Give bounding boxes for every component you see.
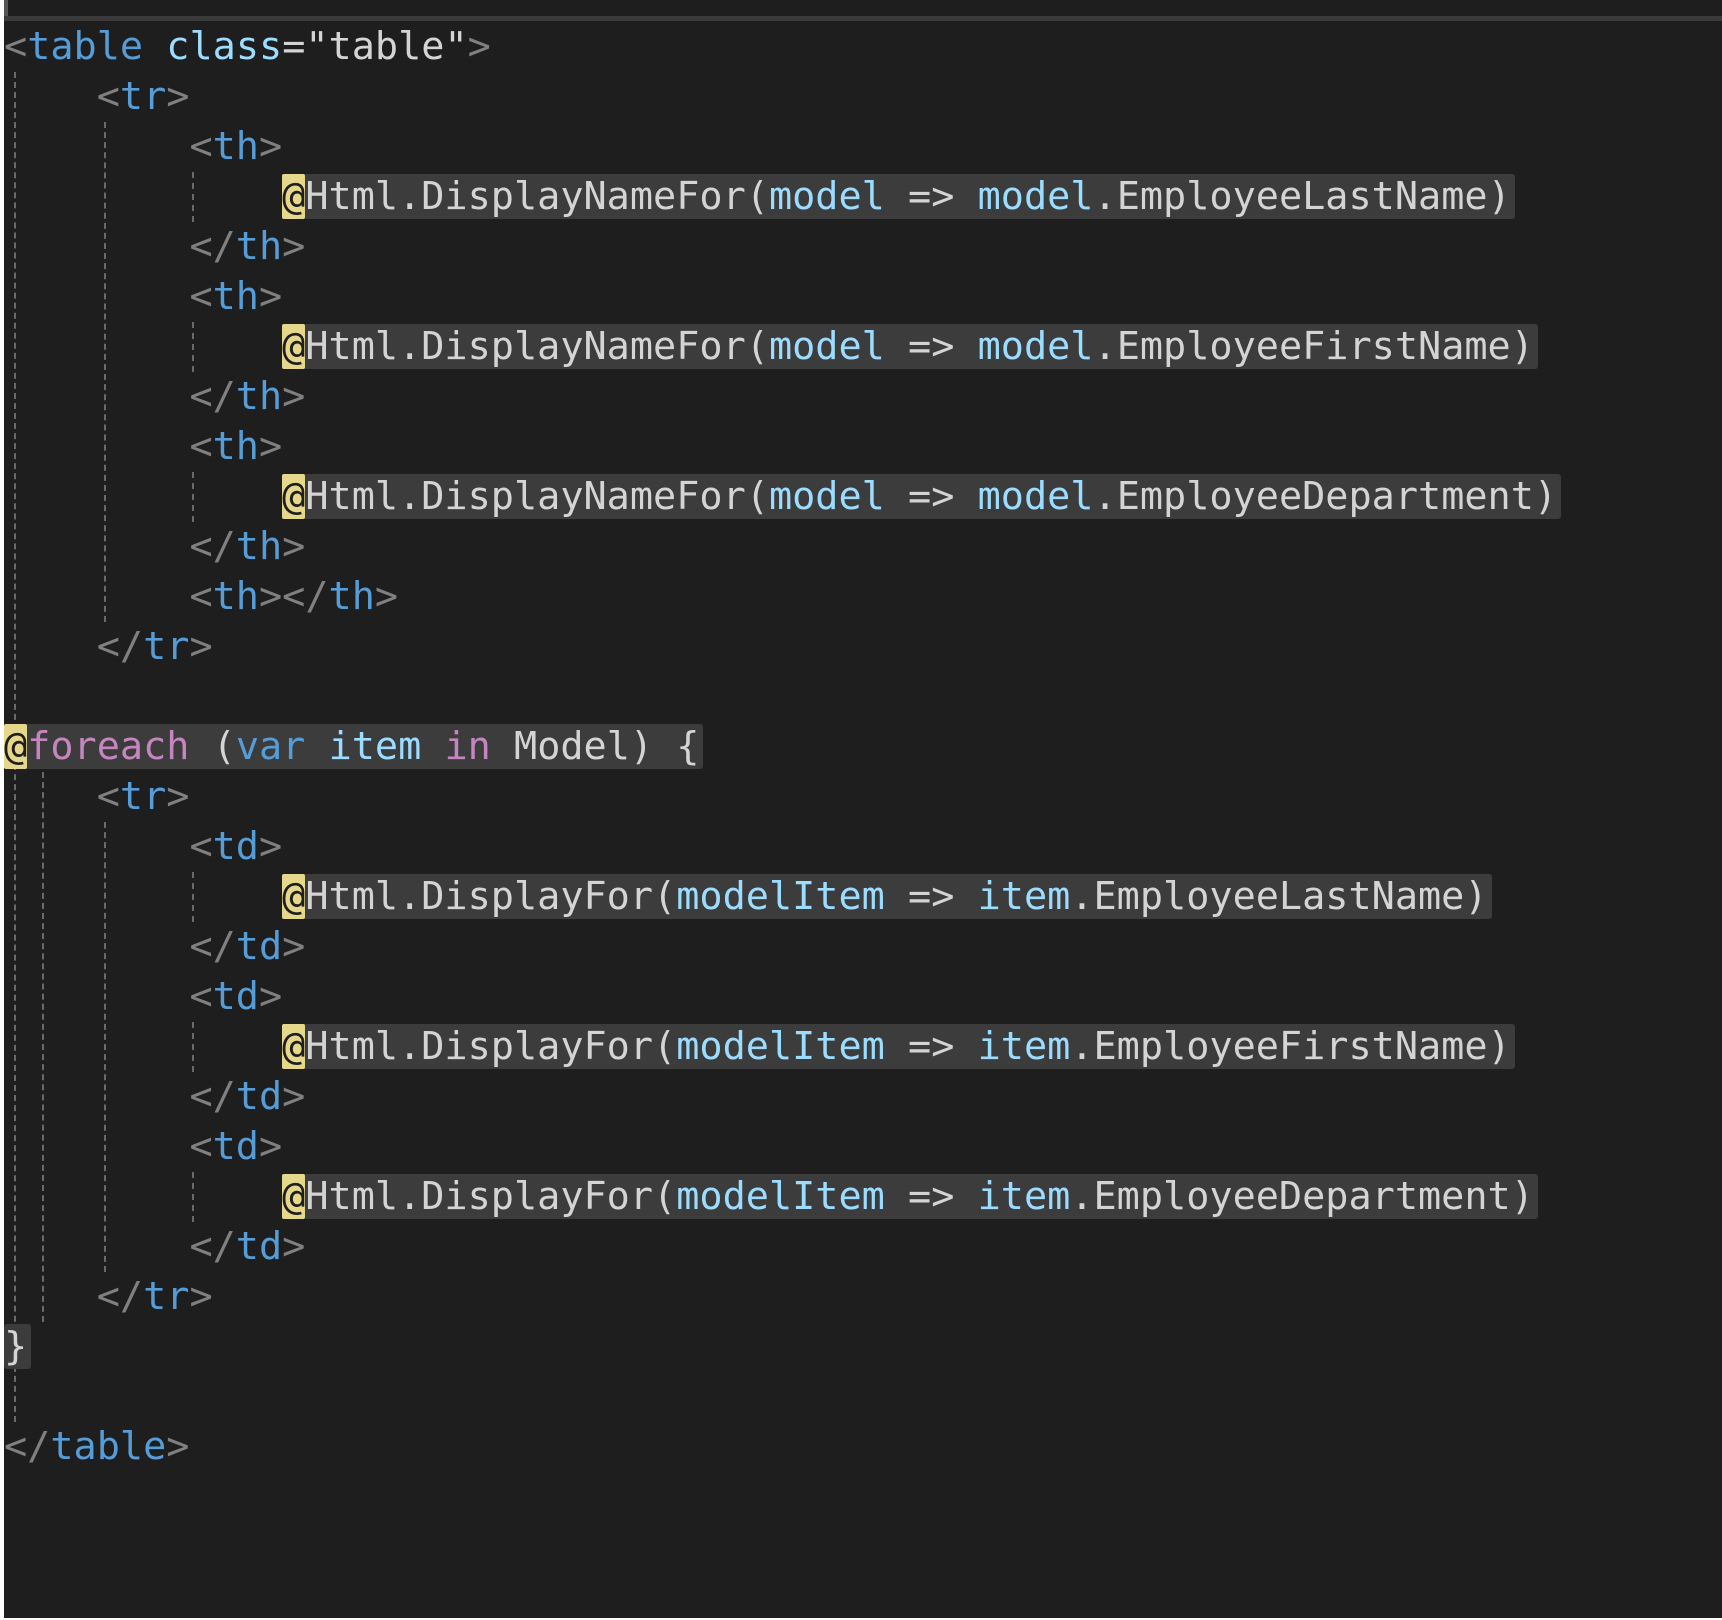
razor-expression: @Html.DisplayNameFor(model => model.Empl… <box>282 174 1515 219</box>
code-line[interactable]: <td> <box>4 822 282 872</box>
razor-expression: @Html.DisplayFor(modelItem => item.Emplo… <box>282 1174 1538 1219</box>
code-line[interactable]: @Html.DisplayFor(modelItem => item.Emplo… <box>4 1022 1515 1072</box>
code-line[interactable]: </td> <box>4 1222 305 1272</box>
code-line[interactable]: <td> <box>4 1122 282 1172</box>
code-line[interactable]: </th> <box>4 372 305 422</box>
razor-transition-marker: @ <box>282 1174 306 1219</box>
code-line[interactable]: @Html.DisplayNameFor(model => model.Empl… <box>4 172 1515 222</box>
code-line[interactable]: </tr> <box>4 622 213 672</box>
code-line[interactable]: </td> <box>4 922 305 972</box>
code-line[interactable]: <th> <box>4 122 282 172</box>
code-line[interactable]: </table> <box>4 1422 189 1472</box>
razor-expression: @foreach (var item in Model) { <box>4 724 704 769</box>
code-line[interactable]: </th> <box>4 222 305 272</box>
screenshot-page: <table class="table"> <tr> <th> @Html.Di… <box>0 0 1722 1620</box>
code-line[interactable]: <tr> <box>4 772 190 822</box>
razor-transition-marker: @ <box>4 724 28 769</box>
razor-transition-marker: @ <box>282 474 306 519</box>
code-line[interactable]: <th> <box>4 272 282 322</box>
razor-expression: @Html.DisplayNameFor(model => model.Empl… <box>282 474 1562 519</box>
code-editor[interactable]: <table class="table"> <tr> <th> @Html.Di… <box>4 0 1722 1618</box>
razor-block-close: } <box>4 1324 32 1369</box>
code-line[interactable]: @Html.DisplayNameFor(model => model.Empl… <box>4 472 1562 522</box>
code-line[interactable]: <td> <box>4 972 282 1022</box>
razor-expression: @Html.DisplayNameFor(model => model.Empl… <box>282 324 1538 369</box>
razor-transition-marker: @ <box>282 874 306 919</box>
code-line[interactable]: @Html.DisplayFor(modelItem => item.Emplo… <box>4 872 1492 922</box>
code-line[interactable]: @Html.DisplayNameFor(model => model.Empl… <box>4 322 1538 372</box>
code-line[interactable]: </th> <box>4 522 305 572</box>
code-line[interactable]: <table class="table"> <box>4 22 491 72</box>
code-line[interactable]: <th> <box>4 422 282 472</box>
code-line[interactable]: </td> <box>4 1072 305 1122</box>
razor-expression: @Html.DisplayFor(modelItem => item.Emplo… <box>282 1024 1515 1069</box>
code-line[interactable]: @foreach (var item in Model) { <box>4 722 704 772</box>
razor-transition-marker: @ <box>282 1024 306 1069</box>
code-line[interactable]: <th></th> <box>4 572 398 622</box>
editor-top-border <box>4 0 1722 21</box>
razor-transition-marker: @ <box>282 324 306 369</box>
code-line[interactable]: @Html.DisplayFor(modelItem => item.Emplo… <box>4 1172 1538 1222</box>
code-line[interactable]: <tr> <box>4 72 190 122</box>
code-line[interactable]: </tr> <box>4 1272 213 1322</box>
razor-expression: @Html.DisplayFor(modelItem => item.Emplo… <box>282 874 1492 919</box>
code-line[interactable]: } <box>4 1322 32 1372</box>
razor-transition-marker: @ <box>282 174 306 219</box>
